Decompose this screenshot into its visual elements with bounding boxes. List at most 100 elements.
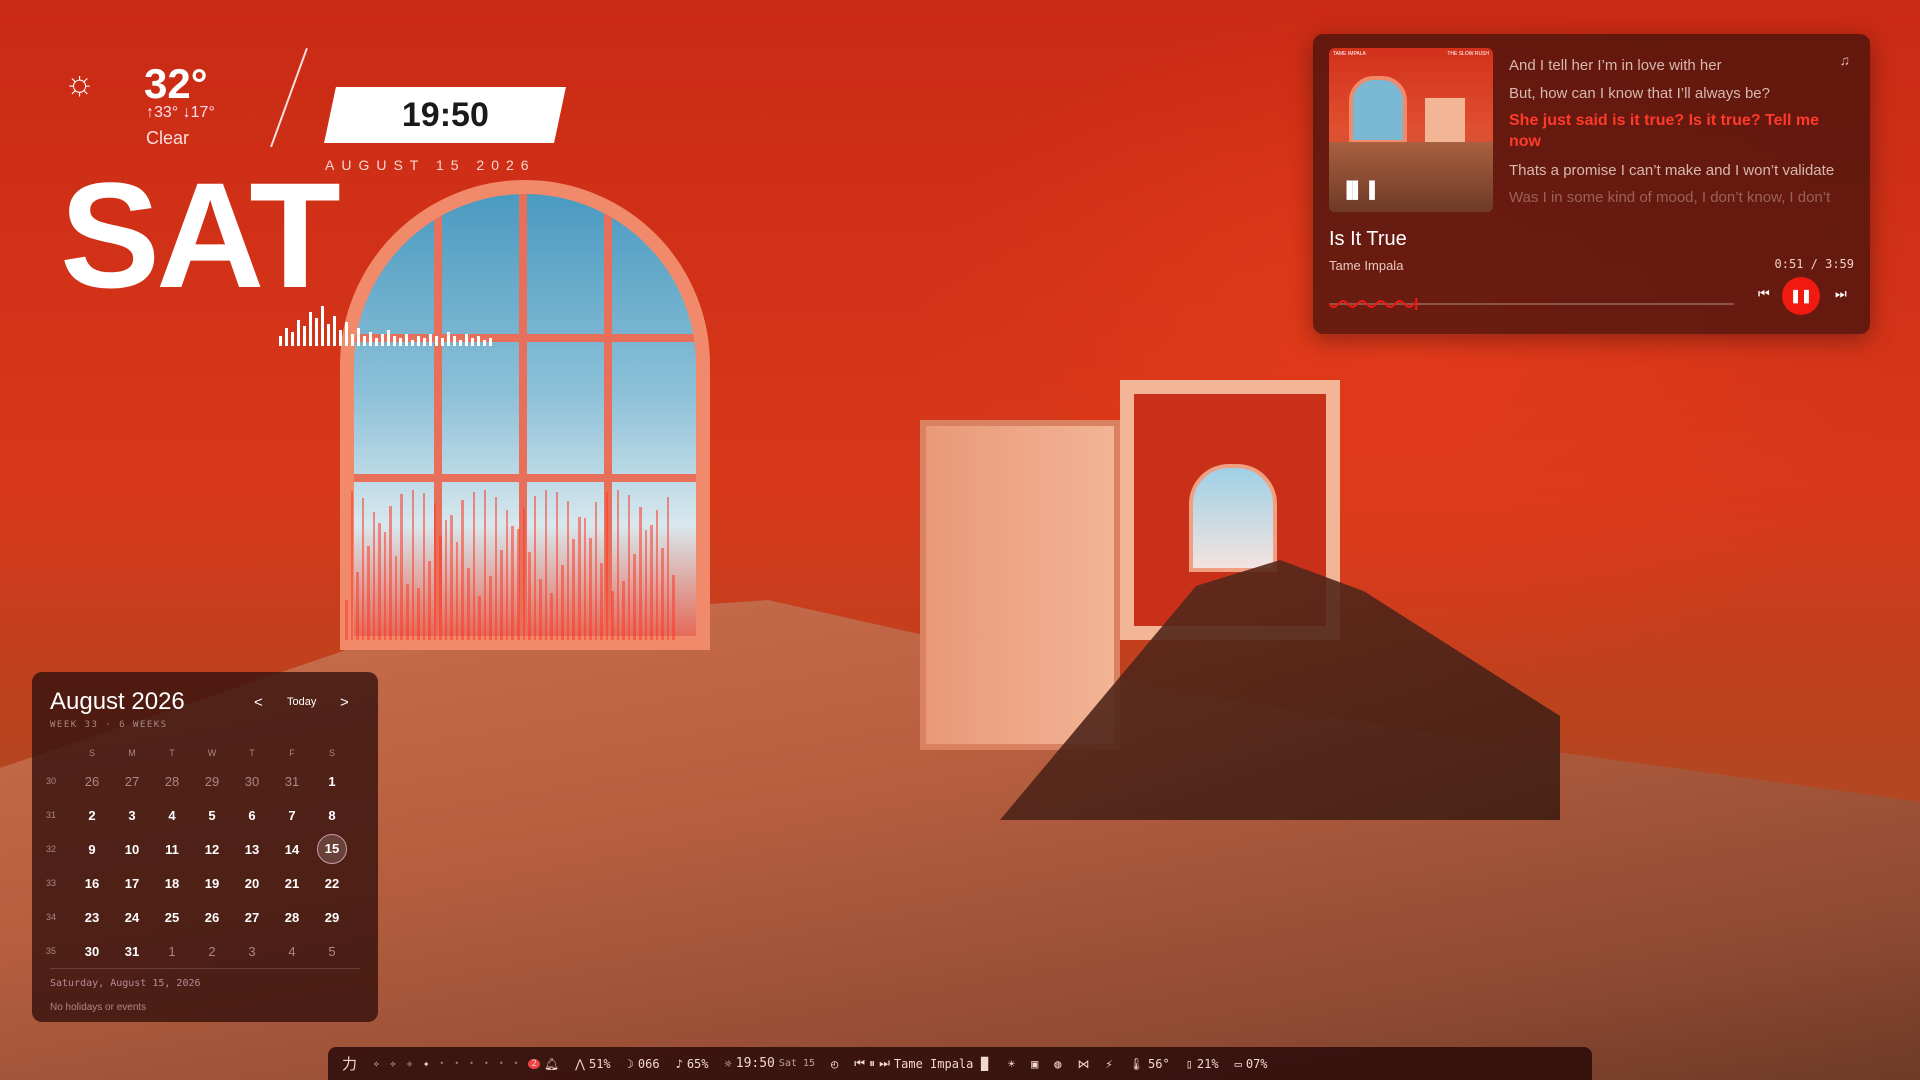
visualizer-bar xyxy=(561,564,564,640)
pause-button[interactable]: ❚❚ xyxy=(1782,277,1820,315)
workspace-indicator[interactable]: • xyxy=(440,1059,445,1068)
calendar-day[interactable]: 3 xyxy=(232,944,272,959)
calendar-day[interactable]: 20 xyxy=(232,876,272,891)
temperature-indicator[interactable]: 🌡︎ 56° xyxy=(1129,1057,1170,1071)
palette-icon[interactable]: ◍ xyxy=(1054,1057,1061,1071)
calendar-day[interactable]: 26 xyxy=(192,910,232,925)
brightness-indicator[interactable]: ▯ 21% xyxy=(1186,1057,1219,1071)
visualizer-bar xyxy=(381,334,384,346)
calendar-day[interactable]: 28 xyxy=(152,774,192,789)
progress-bar[interactable] xyxy=(1329,298,1734,310)
calendar-day[interactable]: 8 xyxy=(312,808,352,823)
album-art[interactable]: TAME IMPALA THE SLOW RUSH ▐▌▐ xyxy=(1329,48,1493,212)
day-number: 9 xyxy=(88,841,96,857)
calendar-day[interactable]: 21 xyxy=(272,876,312,891)
calendar-day[interactable]: 18 xyxy=(152,876,192,891)
calendar-day[interactable]: 22 xyxy=(312,876,352,891)
workspace-indicator[interactable]: • xyxy=(454,1059,459,1068)
calendar-day[interactable]: 30 xyxy=(72,944,112,959)
previous-icon[interactable]: ⏮ xyxy=(854,1056,865,1071)
visualizer-bar xyxy=(339,330,342,346)
calendar-day[interactable]: 31 xyxy=(272,774,312,789)
calendar-day[interactable]: 27 xyxy=(112,774,152,789)
calendar-day[interactable]: 13 xyxy=(232,842,272,857)
calendar-day[interactable]: 19 xyxy=(192,876,232,891)
network-icon[interactable]: ⋈ xyxy=(1078,1057,1090,1071)
workspace-indicator[interactable]: ✧ xyxy=(406,1057,413,1070)
visualizer-bar xyxy=(453,336,456,346)
battery-indicator[interactable]: ▭ 07% xyxy=(1235,1057,1268,1071)
workspace-indicator[interactable]: • xyxy=(469,1059,474,1068)
calendar-day[interactable]: 4 xyxy=(152,808,192,823)
media-controls[interactable]: ⏮ ⏸ ⏭ Tame Impala ▐▌ xyxy=(854,1056,992,1071)
calendar-day[interactable]: 3 xyxy=(112,808,152,823)
today-button[interactable]: Today xyxy=(287,696,316,708)
visualizer-bar xyxy=(472,491,476,640)
clock-indicator[interactable]: ☼ 19:50 Sat 15 xyxy=(725,1056,816,1071)
calendar-day[interactable]: 29 xyxy=(312,910,352,925)
calendar-day[interactable]: 6 xyxy=(232,808,272,823)
volume-indicator[interactable]: ♪ 65% xyxy=(676,1057,709,1071)
launcher-logo[interactable]: 力 xyxy=(342,1053,357,1074)
calendar-day[interactable]: 24 xyxy=(112,910,152,925)
calendar-day[interactable]: 1 xyxy=(312,774,352,789)
next-icon[interactable]: ⏭ xyxy=(879,1056,890,1071)
workspace-indicator[interactable]: • xyxy=(484,1059,489,1068)
calendar-day[interactable]: 28 xyxy=(272,910,312,925)
timer-icon[interactable]: ◴ xyxy=(831,1057,838,1071)
calendar-day[interactable]: 2 xyxy=(192,944,232,959)
visualizer-bar xyxy=(661,548,664,640)
next-month-button[interactable]: > xyxy=(340,694,349,711)
workspace-indicator[interactable]: ✧ xyxy=(373,1057,380,1070)
calendar-day[interactable]: 27 xyxy=(232,910,272,925)
next-track-button[interactable]: ⏭ xyxy=(1835,286,1847,302)
previous-month-button[interactable]: < xyxy=(254,694,263,711)
visualizer-bar xyxy=(444,519,448,640)
calendar-day[interactable]: 14 xyxy=(272,842,312,857)
calendar-week-row: 30 26 27 28 29 30 31 1 xyxy=(46,764,352,798)
day-number: 31 xyxy=(284,773,300,789)
calendar-day[interactable]: 9 xyxy=(72,842,112,857)
calendar-day[interactable]: 10 xyxy=(112,842,152,857)
calendar-day[interactable]: 11 xyxy=(152,842,192,857)
brightness-icon[interactable]: ☀ xyxy=(1008,1057,1015,1071)
calendar-day[interactable]: 12 xyxy=(192,842,232,857)
pause-icon[interactable]: ⏸ xyxy=(869,1056,875,1071)
calendar-day[interactable]: 7 xyxy=(272,808,312,823)
workspace-indicator[interactable]: • xyxy=(514,1059,519,1068)
day-number: 28 xyxy=(164,773,180,789)
calendar-day[interactable]: 16 xyxy=(72,876,112,891)
visualizer-bar xyxy=(589,538,592,640)
calendar-day-today[interactable]: 15 xyxy=(312,834,352,864)
previous-track-button[interactable]: ⏮ xyxy=(1758,286,1770,302)
brightness-value: 21% xyxy=(1196,1056,1219,1071)
workspace-indicator[interactable]: ✧ xyxy=(390,1057,397,1070)
calendar-day[interactable]: 5 xyxy=(312,944,352,959)
music-note-icon[interactable]: ♫ xyxy=(1840,52,1851,68)
notification-area[interactable]: 2 🔔︎ xyxy=(528,1057,559,1071)
statusbar-date: Sat 15 xyxy=(778,1058,816,1069)
screen-icon[interactable]: ▣ xyxy=(1031,1057,1038,1071)
workspace-indicator-active[interactable]: ✦ xyxy=(423,1057,430,1070)
calendar-day[interactable]: 23 xyxy=(72,910,112,925)
visualizer-bar xyxy=(450,514,453,640)
visualizer-bar xyxy=(533,495,537,640)
calendar-day[interactable]: 26 xyxy=(72,774,112,789)
calendar-day[interactable]: 31 xyxy=(112,944,152,959)
calendar-day[interactable]: 1 xyxy=(152,944,192,959)
workspace-indicator[interactable]: • xyxy=(499,1059,504,1068)
calendar-day[interactable]: 17 xyxy=(112,876,152,891)
visualizer-bar xyxy=(650,525,653,640)
progress-knob[interactable] xyxy=(1415,298,1418,310)
moon-indicator[interactable]: ☽ 066 xyxy=(627,1057,660,1071)
lyrics-panel[interactable]: And I tell her I’m in love with her But,… xyxy=(1509,56,1849,216)
calendar-day[interactable]: 4 xyxy=(272,944,312,959)
cpu-indicator[interactable]: ⋀ 51% xyxy=(575,1057,611,1071)
calendar-day[interactable]: 29 xyxy=(192,774,232,789)
calendar-day[interactable]: 5 xyxy=(192,808,232,823)
calendar-day[interactable]: 25 xyxy=(152,910,192,925)
temperature: 32° xyxy=(144,60,208,107)
calendar-day[interactable]: 30 xyxy=(232,774,272,789)
power-icon[interactable]: ⚡ xyxy=(1106,1057,1113,1071)
calendar-day[interactable]: 2 xyxy=(72,808,112,823)
